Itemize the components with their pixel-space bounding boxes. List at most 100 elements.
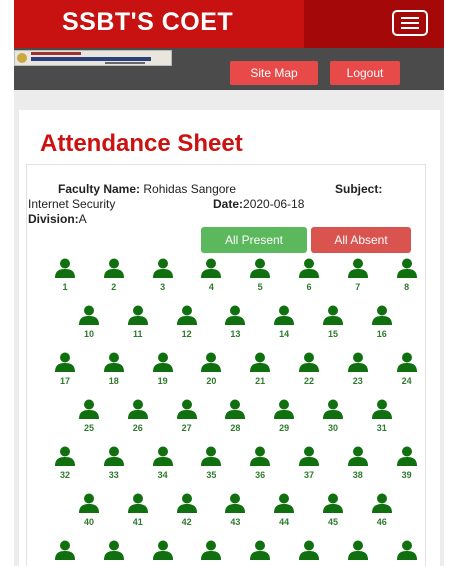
student-1[interactable]: 1 bbox=[51, 258, 79, 294]
student-37[interactable]: 37 bbox=[295, 446, 323, 482]
student-30[interactable]: 30 bbox=[319, 399, 347, 435]
person-icon bbox=[176, 493, 197, 513]
hamburger-menu-icon[interactable] bbox=[392, 10, 428, 36]
person-icon bbox=[201, 540, 222, 560]
student-12[interactable]: 12 bbox=[173, 305, 201, 341]
all-absent-button[interactable]: All Absent bbox=[311, 227, 411, 253]
student-17[interactable]: 17 bbox=[51, 352, 79, 388]
student-next-row-icon[interactable] bbox=[393, 540, 421, 566]
student-next-row-icon[interactable] bbox=[295, 540, 323, 566]
student-next-row-icon[interactable] bbox=[344, 540, 372, 566]
student-3[interactable]: 3 bbox=[149, 258, 177, 294]
student-40[interactable]: 40 bbox=[75, 493, 103, 529]
student-4[interactable]: 4 bbox=[197, 258, 225, 294]
student-roll-number: 23 bbox=[352, 376, 363, 386]
student-38[interactable]: 38 bbox=[344, 446, 372, 482]
student-23[interactable]: 23 bbox=[344, 352, 372, 388]
student-41[interactable]: 41 bbox=[124, 493, 152, 529]
division-info: Division:A bbox=[28, 212, 87, 226]
person-icon bbox=[347, 446, 368, 466]
person-icon bbox=[323, 493, 343, 513]
student-28[interactable]: 28 bbox=[221, 399, 249, 435]
subject-label: Subject: bbox=[335, 182, 383, 196]
student-roll-number: 13 bbox=[230, 329, 241, 339]
student-18[interactable]: 18 bbox=[100, 352, 128, 388]
student-next-row-icon[interactable] bbox=[100, 540, 128, 566]
student-24[interactable]: 24 bbox=[393, 352, 421, 388]
person-icon bbox=[371, 493, 392, 513]
person-icon bbox=[127, 305, 148, 325]
student-roll-number: 24 bbox=[401, 376, 412, 386]
student-next-row-icon[interactable] bbox=[51, 540, 79, 566]
student-36[interactable]: 36 bbox=[246, 446, 274, 482]
student-5[interactable]: 5 bbox=[246, 258, 274, 294]
student-roll-number: 34 bbox=[157, 470, 168, 480]
student-next-row-icon[interactable] bbox=[197, 540, 225, 566]
student-19[interactable]: 19 bbox=[149, 352, 177, 388]
student-21[interactable]: 21 bbox=[246, 352, 274, 388]
all-present-button[interactable]: All Present bbox=[201, 227, 307, 253]
student-10[interactable]: 10 bbox=[75, 305, 103, 341]
student-roll-number: 43 bbox=[230, 517, 241, 527]
student-13[interactable]: 13 bbox=[221, 305, 249, 341]
student-32[interactable]: 32 bbox=[51, 446, 79, 482]
student-34[interactable]: 34 bbox=[149, 446, 177, 482]
student-roll-number: 14 bbox=[279, 329, 290, 339]
student-22[interactable]: 22 bbox=[295, 352, 323, 388]
division-label: Division: bbox=[28, 212, 79, 226]
student-roll-number: 33 bbox=[108, 470, 119, 480]
student-29[interactable]: 29 bbox=[270, 399, 298, 435]
student-31[interactable]: 31 bbox=[368, 399, 396, 435]
student-39[interactable]: 39 bbox=[393, 446, 421, 482]
student-roll-number: 18 bbox=[108, 376, 119, 386]
person-icon bbox=[201, 258, 222, 278]
person-icon bbox=[299, 540, 319, 560]
student-26[interactable]: 26 bbox=[124, 399, 152, 435]
student-16[interactable]: 16 bbox=[368, 305, 396, 341]
student-next-row-icon[interactable] bbox=[149, 540, 177, 566]
logout-button[interactable]: Logout bbox=[330, 61, 400, 85]
student-42[interactable]: 42 bbox=[173, 493, 201, 529]
student-45[interactable]: 45 bbox=[319, 493, 347, 529]
student-roll-number: 35 bbox=[206, 470, 217, 480]
student-roll-number: 31 bbox=[376, 423, 387, 433]
student-roll-number: 28 bbox=[230, 423, 241, 433]
student-15[interactable]: 15 bbox=[319, 305, 347, 341]
student-35[interactable]: 35 bbox=[197, 446, 225, 482]
person-icon bbox=[55, 258, 75, 278]
student-14[interactable]: 14 bbox=[270, 305, 298, 341]
student-7[interactable]: 7 bbox=[344, 258, 372, 294]
student-next-row-icon[interactable] bbox=[246, 540, 274, 566]
student-roll-number: 4 bbox=[208, 282, 214, 292]
student-11[interactable]: 11 bbox=[124, 305, 152, 341]
student-46[interactable]: 46 bbox=[368, 493, 396, 529]
student-33[interactable]: 33 bbox=[100, 446, 128, 482]
student-43[interactable]: 43 bbox=[221, 493, 249, 529]
person-icon bbox=[299, 258, 319, 278]
student-20[interactable]: 20 bbox=[197, 352, 225, 388]
faculty-info: Faculty Name: Rohidas Sangore bbox=[58, 182, 236, 196]
student-roll-number: 3 bbox=[160, 282, 166, 292]
person-icon bbox=[250, 540, 271, 560]
student-roll-number: 21 bbox=[255, 376, 266, 386]
student-roll-number: 36 bbox=[255, 470, 266, 480]
student-2[interactable]: 2 bbox=[100, 258, 128, 294]
site-map-button[interactable]: Site Map bbox=[230, 61, 318, 85]
student-roll-number: 22 bbox=[303, 376, 314, 386]
college-logo bbox=[14, 50, 172, 66]
student-roll-number: 10 bbox=[83, 329, 94, 339]
person-icon bbox=[347, 258, 368, 278]
person-icon bbox=[55, 446, 75, 466]
student-roll-number: 15 bbox=[327, 329, 338, 339]
student-8[interactable]: 8 bbox=[393, 258, 421, 294]
student-6[interactable]: 6 bbox=[295, 258, 323, 294]
student-roll-number: 45 bbox=[327, 517, 338, 527]
student-44[interactable]: 44 bbox=[270, 493, 298, 529]
faculty-label: Faculty Name: bbox=[58, 182, 141, 196]
student-27[interactable]: 27 bbox=[173, 399, 201, 435]
brand-title[interactable]: SSBT'S COET bbox=[62, 8, 233, 37]
student-roll-number: 37 bbox=[303, 470, 314, 480]
date-info: Date:2020-06-18 bbox=[213, 197, 304, 211]
student-25[interactable]: 25 bbox=[75, 399, 103, 435]
person-icon bbox=[127, 493, 148, 513]
